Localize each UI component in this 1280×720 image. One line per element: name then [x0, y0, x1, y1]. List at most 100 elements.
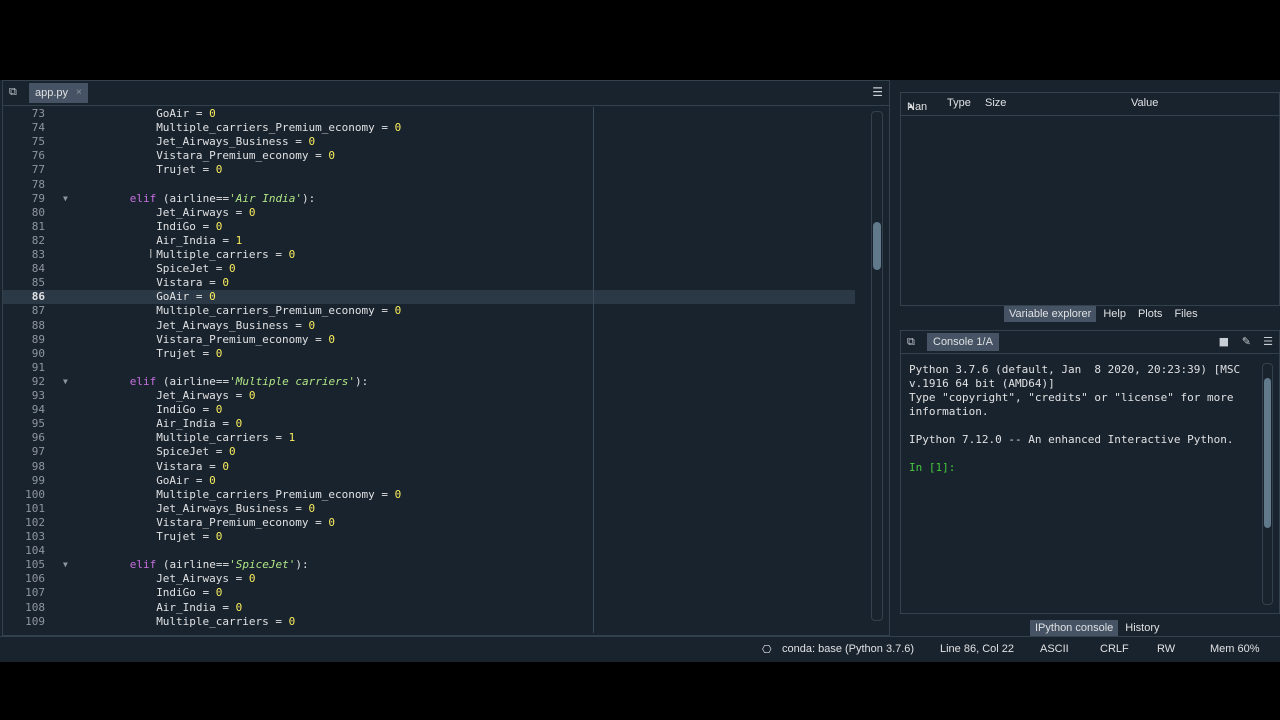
tab-label: app.py — [35, 87, 69, 99]
column-type[interactable]: Type — [947, 97, 971, 109]
code-line[interactable]: 101 Jet_Airways_Business = 0 — [3, 502, 855, 516]
code-line[interactable]: 81 IndiGo = 0 — [3, 220, 855, 234]
hamburger-menu-icon[interactable]: ☰ — [872, 85, 883, 99]
code-line[interactable]: 82 Air_India = 1 — [3, 234, 855, 248]
console-tabs: IPython console History — [1030, 620, 1165, 636]
code-text: Multiple_carriers = 1 — [156, 431, 296, 445]
line-number: 77 — [31, 163, 45, 177]
code-line[interactable]: 106 Jet_Airways = 0 — [3, 572, 855, 586]
code-line[interactable]: 75 Jet_Airways_Business = 0 — [3, 135, 855, 149]
code-line[interactable]: 84 SpiceJet = 0 — [3, 262, 855, 276]
tab-variable-explorer[interactable]: Variable explorer — [1004, 306, 1097, 322]
scrollbar-thumb[interactable] — [873, 222, 881, 270]
hamburger-menu-icon[interactable]: ☰ — [1263, 335, 1273, 348]
line-number: 83 — [31, 248, 45, 261]
code-line[interactable]: 80 Jet_Airways = 0 — [3, 206, 855, 220]
fold-arrow-icon[interactable]: ▼ — [63, 558, 68, 572]
code-text: Multiple_carriers = 0 — [156, 248, 296, 261]
code-line[interactable]: 76 Vistara_Premium_economy = 0 — [3, 149, 855, 163]
tab-console[interactable]: Console 1/A — [927, 333, 999, 351]
status-bar: ⎔ conda: base (Python 3.7.6) Line 86, Co… — [0, 636, 1280, 661]
status-mode: RW — [1157, 643, 1176, 655]
browse-tabs-icon[interactable]: ⧉ — [9, 85, 21, 99]
code-line[interactable]: 99 GoAir = 0 — [3, 474, 855, 488]
code-line[interactable]: 87 Multiple_carriers_Premium_economy = 0 — [3, 304, 855, 318]
code-text: Vistara_Premium_economy = 0 — [156, 515, 335, 529]
code-line[interactable]: 78 — [3, 178, 855, 192]
line-number: 88 — [31, 318, 45, 332]
code-text: Vistara = 0 — [156, 276, 230, 290]
tab-help[interactable]: Help — [1098, 306, 1131, 322]
sort-up-icon: ▲ — [907, 101, 915, 110]
code-line[interactable]: 109 Multiple_carriers = 0 — [3, 615, 855, 629]
console-tabbar: ⧉ Console 1/A ■ ✎ ☰ — [901, 331, 1279, 354]
status-eol: CRLF — [1100, 643, 1129, 655]
line-number: 74 — [31, 121, 45, 135]
code-line[interactable]: 95 Air_India = 0 — [3, 417, 855, 431]
code-text: elif (airline=='SpiceJet'): — [129, 558, 309, 572]
browse-tabs-icon[interactable]: ⧉ — [907, 335, 919, 349]
code-line[interactable]: 89 Vistara_Premium_economy = 0 — [3, 333, 855, 347]
code-line[interactable]: 91 — [3, 361, 855, 375]
code-line[interactable]: 93 Jet_Airways = 0 — [3, 389, 855, 403]
code-line[interactable]: 79 ▼ elif (airline=='Air India'): — [3, 192, 855, 206]
fold-arrow-icon[interactable]: ▼ — [63, 375, 68, 389]
status-env[interactable]: conda: base (Python 3.7.6) — [782, 643, 914, 655]
column-size[interactable]: Size — [985, 97, 1006, 109]
line-number: 105 — [25, 558, 45, 572]
code-text: Trujet = 0 — [156, 530, 223, 543]
code-line[interactable]: 105 ▼ elif (airline=='SpiceJet'): — [3, 558, 855, 572]
code-text: IndiGo = 0 — [156, 219, 223, 233]
close-icon[interactable]: × — [76, 83, 82, 103]
code-line[interactable]: 74 Multiple_carriers_Premium_economy = 0 — [3, 121, 855, 135]
code-line[interactable]: 102 Vistara_Premium_economy = 0 — [3, 516, 855, 530]
code-text: GoAir = 0 — [156, 290, 216, 304]
code-line[interactable]: 98 Vistara = 0 — [3, 460, 855, 474]
code-line[interactable]: 85 Vistara = 0 — [3, 276, 855, 290]
code-line[interactable]: 94 IndiGo = 0 — [3, 403, 855, 417]
code-line[interactable]: 77 Trujet = 0 — [3, 163, 855, 177]
line-number: 98 — [31, 459, 45, 473]
spyder-window: ⧉ app.py × ☰ 73 GoAir = 0 74 Multiple_carri… — [0, 80, 1280, 662]
code-line[interactable]: 83 Multiple_carriers = 0 — [3, 248, 855, 262]
tab-files[interactable]: Files — [1169, 306, 1203, 322]
line-number: 97 — [31, 445, 45, 459]
console-prompt: In [1]: — [909, 461, 956, 474]
code-text: Vistara_Premium_economy = 0 — [156, 332, 335, 346]
tab-ipython-console[interactable]: IPython console — [1030, 620, 1119, 636]
code-line[interactable]: 100 Multiple_carriers_Premium_economy = 0 — [3, 488, 855, 502]
code-line[interactable]: 73 GoAir = 0 — [3, 107, 855, 121]
code-text: Multiple_carriers_Premium_economy = 0 — [156, 121, 402, 135]
code-line[interactable]: 103 Trujet = 0 — [3, 530, 855, 544]
code-line[interactable]: 96 Multiple_carriers = 1 — [3, 431, 855, 445]
column-value[interactable]: Value — [1131, 97, 1158, 109]
code-text: Multiple_carriers_Premium_economy = 0 — [156, 304, 402, 318]
variable-table-header: Nan ▲ Type Size Value — [901, 93, 1279, 116]
line-number: 81 — [31, 219, 45, 233]
stop-icon[interactable]: ■ — [1219, 335, 1229, 348]
scrollbar-thumb[interactable] — [1264, 378, 1271, 528]
code-line[interactable]: 104 — [3, 544, 855, 558]
console-banner: Python 3.7.6 (default, Jan 8 2020, 20:23… — [909, 363, 1241, 446]
eraser-icon[interactable]: ✎ — [1242, 335, 1251, 348]
fold-arrow-icon[interactable]: ▼ — [63, 192, 68, 206]
tab-plots[interactable]: Plots — [1132, 306, 1168, 322]
tab-app-py[interactable]: app.py × — [29, 83, 88, 103]
code-line[interactable]: 108 Air_India = 0 — [3, 601, 855, 615]
code-line[interactable]: 86 GoAir = 0 — [3, 290, 855, 305]
code-line[interactable]: 90 Trujet = 0 — [3, 347, 855, 361]
code-editor[interactable]: 73 GoAir = 0 74 Multiple_carriers_Premium_e… — [3, 107, 889, 633]
console-scrollbar[interactable] — [1262, 363, 1273, 605]
line-number: 85 — [31, 276, 45, 290]
tab-history[interactable]: History — [1120, 620, 1165, 636]
code-line[interactable]: 107 IndiGo = 0 — [3, 586, 855, 600]
editor-scrollbar[interactable] — [871, 111, 883, 621]
line-number: 84 — [31, 262, 45, 276]
line-number: 94 — [31, 403, 45, 417]
code-line[interactable]: 92 ▼ elif (airline=='Multiple carriers'): — [3, 375, 855, 389]
code-line[interactable]: 88 Jet_Airways_Business = 0 — [3, 319, 855, 333]
code-line[interactable]: 97 SpiceJet = 0 — [3, 445, 855, 459]
console-output[interactable]: Python 3.7.6 (default, Jan 8 2020, 20:23… — [909, 363, 1259, 475]
code-text: elif (airline=='Air India'): — [129, 191, 316, 205]
explorer-tabs: Variable explorer Help Plots Files — [1004, 306, 1203, 322]
